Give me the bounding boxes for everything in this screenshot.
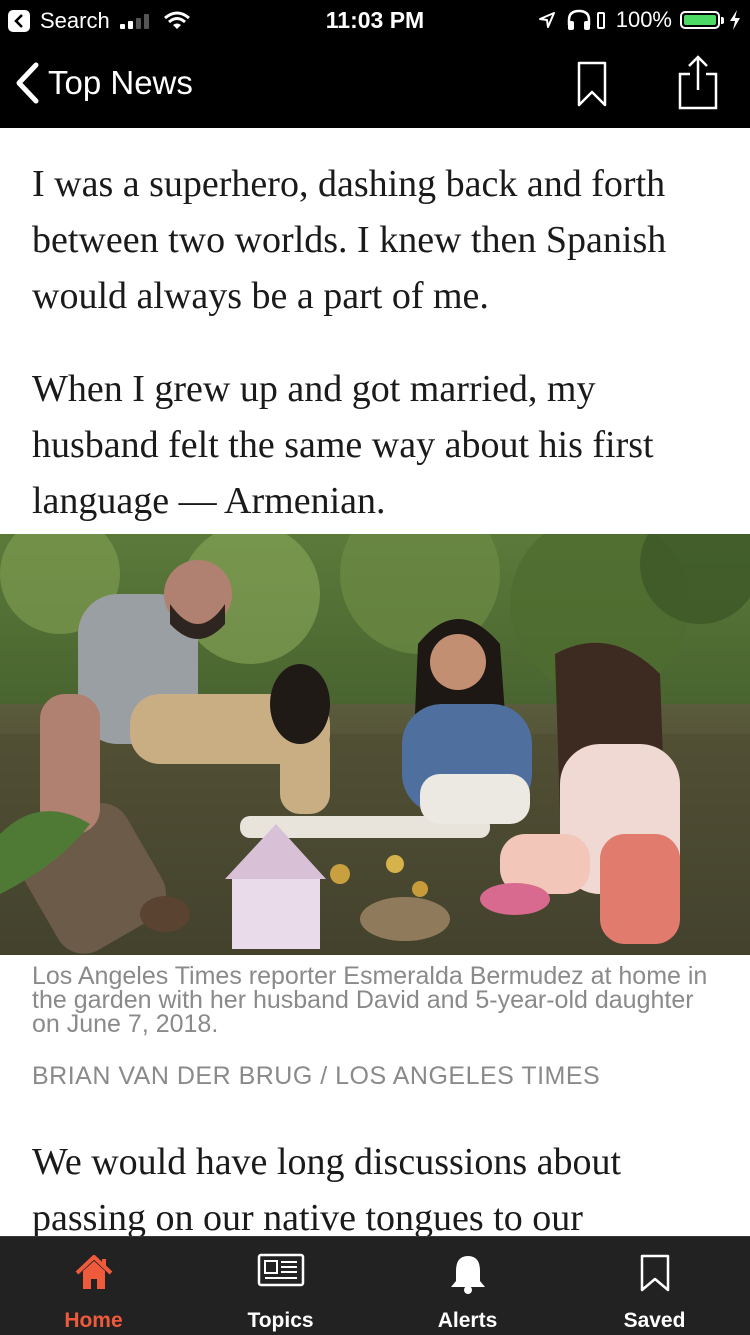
- location-arrow-icon: [538, 12, 555, 28]
- share-button[interactable]: [676, 54, 720, 115]
- bell-icon: [450, 1256, 485, 1294]
- home-icon: [75, 1255, 112, 1289]
- bookmark-icon: [640, 1254, 669, 1292]
- charging-bolt-icon: [730, 10, 740, 30]
- back-button[interactable]: Top News: [14, 62, 193, 104]
- article-paragraph: We would have long discussions about pas…: [32, 1141, 622, 1239]
- tab-saved[interactable]: Saved: [561, 1237, 748, 1335]
- article-paragraph: I was a superhero, dashing back and fort…: [32, 163, 667, 317]
- battery-icon: [680, 11, 724, 29]
- tab-alerts-label: Alerts: [437, 1309, 498, 1332]
- tab-topics-label: Topics: [247, 1309, 314, 1332]
- newspaper-icon: [257, 1253, 304, 1287]
- article-paragraph: When I grew up and got married, my husba…: [32, 368, 654, 522]
- bookmark-button[interactable]: [576, 60, 608, 113]
- rotation-lock-icon: [596, 12, 605, 29]
- navigation-bar: Top News: [0, 40, 750, 128]
- headphones-icon: [567, 9, 590, 30]
- tab-home-label: Home: [64, 1309, 123, 1332]
- garden-family-photo: [0, 534, 750, 955]
- status-bar: Search 11:03 PM 100%: [0, 0, 750, 40]
- tab-home[interactable]: Home: [0, 1237, 187, 1335]
- tab-topics[interactable]: Topics: [187, 1237, 374, 1335]
- article-photo[interactable]: [0, 534, 750, 955]
- chevron-left-icon: [16, 62, 39, 104]
- bookmark-icon: [577, 61, 607, 107]
- photo-credit: BRIAN VAN DER BRUG / LOS ANGELES TIMES: [32, 1062, 601, 1090]
- tab-alerts[interactable]: Alerts: [374, 1237, 561, 1335]
- share-icon: [678, 55, 718, 110]
- tab-saved-label: Saved: [623, 1309, 686, 1332]
- battery-percent: 100%: [615, 7, 672, 32]
- back-button-label: Top News: [48, 64, 193, 101]
- photo-caption: Los Angeles Times reporter Esmeralda Ber…: [32, 962, 708, 1038]
- tab-bar: Home Topics Alerts Saved: [0, 1236, 750, 1335]
